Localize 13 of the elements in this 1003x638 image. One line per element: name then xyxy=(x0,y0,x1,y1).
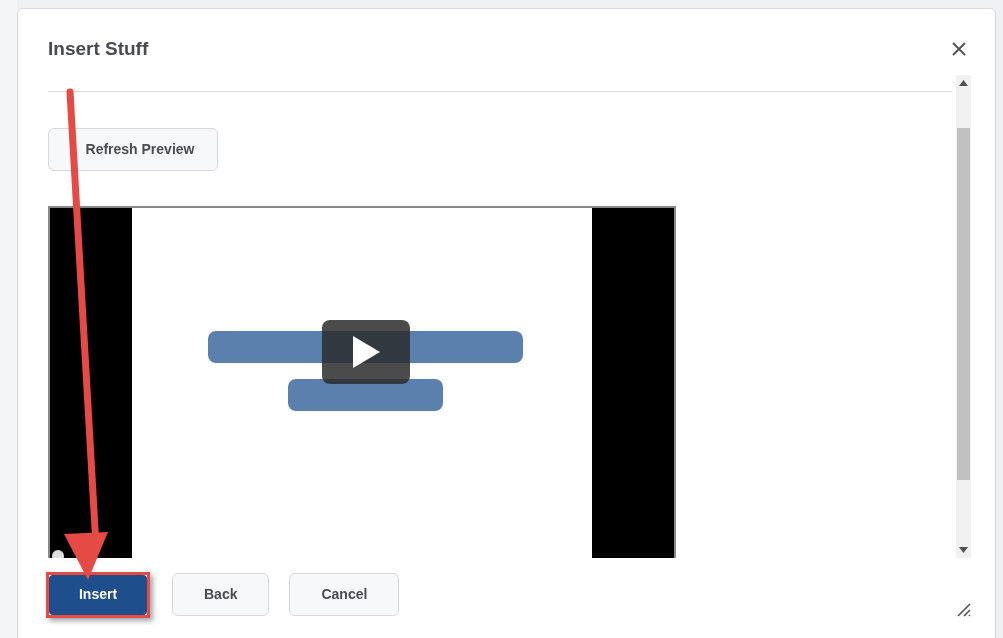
scroll-down-icon[interactable] xyxy=(959,546,968,553)
play-button[interactable] xyxy=(322,319,410,384)
scroll-up-icon[interactable] xyxy=(959,79,968,86)
close-icon[interactable] xyxy=(951,41,967,58)
primary-button[interactable]: Insert xyxy=(49,574,147,615)
secondary-button[interactable]: Cancel xyxy=(289,573,400,616)
scrollbar-thumb[interactable] xyxy=(957,127,970,480)
secondary-button[interactable]: Back xyxy=(172,573,270,616)
dialog-title: Insert Stuff xyxy=(48,37,149,61)
refresh-preview-button[interactable]: Refresh Preview xyxy=(48,127,218,171)
resize-grip-icon[interactable] xyxy=(957,602,971,617)
play-icon xyxy=(351,334,381,369)
scrollbar[interactable] xyxy=(956,74,971,558)
